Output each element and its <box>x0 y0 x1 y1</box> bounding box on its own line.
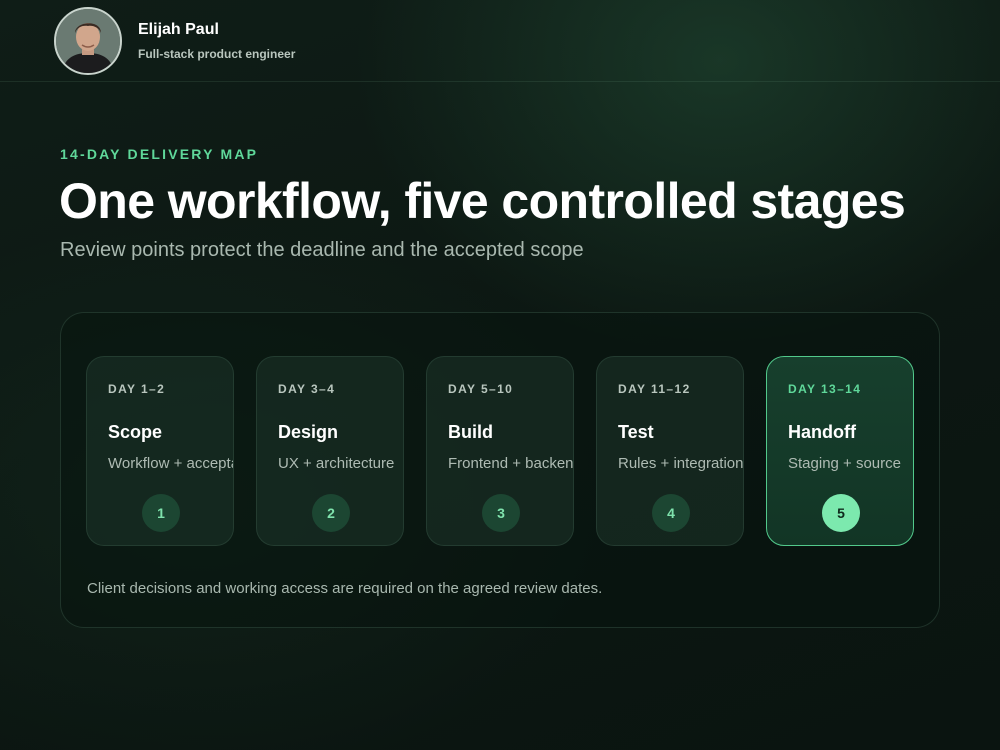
stage-day: DAY 1–2 <box>108 382 166 396</box>
stage-number-badge: 1 <box>142 494 180 532</box>
avatar <box>54 7 122 75</box>
section-eyebrow: 14-DAY DELIVERY MAP <box>60 146 259 162</box>
stage-description: Staging + source <box>788 455 901 472</box>
stage-name: Scope <box>108 422 163 442</box>
stage-card-scope[interactable]: DAY 1–2 Scope Workflow + acceptance 1 <box>86 356 234 546</box>
panel-note: Client decisions and working access are … <box>87 580 603 597</box>
profile-header: Elijah Paul Full-stack product engineer <box>0 0 1000 82</box>
stage-card-build[interactable]: DAY 5–10 Build Frontend + backend 3 <box>426 356 574 546</box>
stage-number-badge: 3 <box>482 494 520 532</box>
page-subtitle: Review points protect the deadline and t… <box>60 239 584 261</box>
stage-description: Rules + integrations <box>618 455 744 472</box>
stage-day: DAY 3–4 <box>278 382 336 396</box>
stage-description: Frontend + backend <box>448 455 574 472</box>
stage-name: Test <box>618 422 654 442</box>
stage-card-test[interactable]: DAY 11–12 Test Rules + integrations 4 <box>596 356 744 546</box>
profile-name: Elijah Paul <box>138 21 219 38</box>
stage-description: Workflow + acceptance <box>108 455 233 472</box>
stage-card-design[interactable]: DAY 3–4 Design UX + architecture 2 <box>256 356 404 546</box>
page-title: One workflow, five controlled stages <box>59 173 906 229</box>
stage-day: DAY 11–12 <box>618 382 691 396</box>
stage-card-handoff[interactable]: DAY 13–14 Handoff Staging + source 5 <box>766 356 914 546</box>
stage-number-badge: 2 <box>312 494 350 532</box>
stage-description: UX + architecture <box>278 455 395 472</box>
delivery-map-panel: DAY 1–2 Scope Workflow + acceptance 1 DA… <box>60 312 940 628</box>
profile-role: Full-stack product engineer <box>138 47 296 61</box>
stage-name: Build <box>448 422 493 442</box>
stage-name: Handoff <box>788 422 856 442</box>
stage-name: Design <box>278 422 339 442</box>
stage-day: DAY 5–10 <box>448 382 514 396</box>
stage-day: DAY 13–14 <box>788 382 862 396</box>
stage-number-badge: 4 <box>652 494 690 532</box>
stage-number-badge: 5 <box>822 494 860 532</box>
